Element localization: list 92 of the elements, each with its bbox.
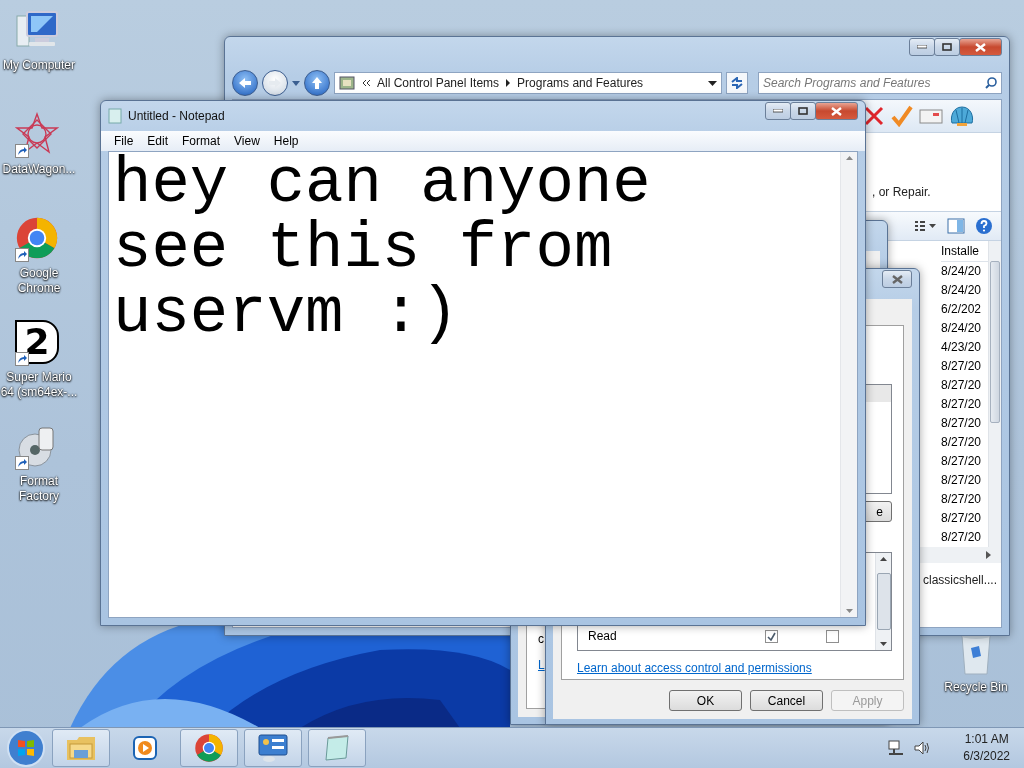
help-link[interactable]: L: [538, 658, 545, 672]
scroll-up-icon[interactable]: [880, 557, 887, 561]
checkbox[interactable]: [765, 629, 778, 643]
date-cell-text: 8/24/20: [941, 320, 982, 337]
star-pattern-icon: [15, 112, 59, 156]
scrollbar[interactable]: [988, 241, 1001, 547]
search-icon: [985, 77, 997, 89]
scrollbar-thumb[interactable]: [876, 573, 891, 630]
breadcrumb-item[interactable]: Programs and Features: [517, 76, 644, 90]
date-cell-text: 8/27/20: [941, 396, 982, 413]
menu-item[interactable]: Help: [266, 131, 306, 151]
date-cell-text: 8/27/20: [941, 377, 982, 394]
date-cell-text: 8/27/20: [941, 434, 982, 451]
date-cell-text: 4/23/20: [941, 339, 982, 356]
control-panel-icon: [257, 733, 289, 763]
help-icon[interactable]: [975, 217, 993, 235]
scroll-right-icon[interactable]: [986, 551, 991, 559]
cross-icon[interactable]: [863, 105, 885, 127]
refresh-icon: [730, 77, 744, 89]
view-options-icon[interactable]: [915, 220, 937, 232]
envelope-icon[interactable]: [919, 106, 943, 126]
maximize-icon: [942, 43, 952, 51]
date-cell-text: 6/2/202: [941, 301, 982, 318]
notepad-icon: [108, 108, 122, 124]
maximize-icon: [798, 107, 808, 115]
clock-time: 1:01 AM: [964, 731, 1009, 748]
shell-icon[interactable]: [949, 105, 975, 127]
description-text: , or Repair.: [872, 185, 931, 201]
breadcrumb-arrow-icon: [505, 79, 512, 87]
check-icon: [767, 631, 776, 641]
close-icon: [891, 274, 903, 284]
close-button[interactable]: [815, 102, 858, 120]
back-button[interactable]: [232, 70, 258, 96]
check-icon[interactable]: [891, 105, 913, 127]
dropdown-icon[interactable]: [708, 80, 717, 86]
taskbar-button[interactable]: [244, 729, 302, 767]
search-field[interactable]: Search Programs and Features: [758, 72, 1002, 94]
menu-item[interactable]: Format: [175, 131, 228, 151]
back-arrow-icon: [238, 77, 252, 89]
close-icon: [975, 42, 986, 52]
minimize-button[interactable]: [909, 38, 935, 56]
minimize-button[interactable]: [765, 102, 791, 120]
close-button[interactable]: [959, 38, 1002, 56]
number-logo: 2: [15, 320, 59, 364]
up-button[interactable]: [304, 70, 330, 96]
date-cell-text: 8/27/20: [941, 453, 982, 470]
control-panel-icon: [339, 75, 355, 91]
network-icon[interactable]: [887, 740, 906, 756]
permission-name: Read: [588, 629, 618, 643]
date-cell-text: 8/27/20: [941, 491, 982, 508]
dialog-text: c: [538, 632, 544, 646]
address-bar[interactable]: All Control Panel Items Programs and Features: [334, 72, 722, 94]
date-cell-text: 8/24/20: [941, 282, 982, 299]
window-title: Untitled - Notepad: [128, 109, 226, 123]
program-details-text: classicshell....: [922, 572, 998, 587]
maximize-button[interactable]: [790, 102, 816, 120]
scroll-down-icon[interactable]: [880, 642, 887, 646]
start-button[interactable]: [6, 728, 46, 768]
date-cell-text: 8/27/20: [941, 358, 982, 375]
close-button[interactable]: [882, 270, 912, 288]
menu-item[interactable]: Edit: [140, 131, 176, 151]
refresh-button[interactable]: [726, 72, 748, 94]
date-cell-text: 8/27/20: [941, 510, 982, 527]
caret-icon[interactable]: [292, 80, 300, 86]
play-icon: [132, 735, 158, 761]
minimize-icon: [773, 109, 783, 113]
help-link[interactable]: Learn about access control and permissions: [577, 661, 812, 675]
clock[interactable]: 1:01 AM 6/3/2022: [963, 731, 1010, 765]
close-icon: [831, 106, 842, 116]
folder-icon: [65, 734, 97, 762]
volume-icon[interactable]: [913, 740, 932, 756]
notepad-icon: [322, 734, 352, 762]
checkbox[interactable]: [826, 629, 839, 643]
minimize-icon: [917, 45, 927, 49]
clock-date: 6/3/2022: [963, 748, 1010, 765]
taskbar-button[interactable]: [180, 729, 238, 767]
chrome-icon: [15, 216, 59, 260]
breadcrumb-item[interactable]: All Control Panel Items: [377, 76, 500, 90]
date-cell-text: 8/27/20: [941, 415, 982, 432]
dialog-button[interactable]: Cancel: [750, 690, 823, 711]
chevron-icon: [361, 79, 371, 87]
chrome-icon: [194, 733, 224, 763]
menu-item[interactable]: File: [107, 131, 141, 151]
up-arrow-icon: [311, 76, 323, 90]
forward-arrow-icon: [268, 77, 282, 89]
date-cell-text: 8/27/20: [941, 529, 982, 546]
date-cell-text: 8/24/20: [941, 263, 982, 280]
maximize-button[interactable]: [934, 38, 960, 56]
dialog-button[interactable]: OK: [669, 690, 742, 711]
date-cell-text: 8/27/20: [941, 472, 982, 489]
forward-button[interactable]: [262, 70, 288, 96]
menu-item[interactable]: View: [227, 131, 267, 151]
